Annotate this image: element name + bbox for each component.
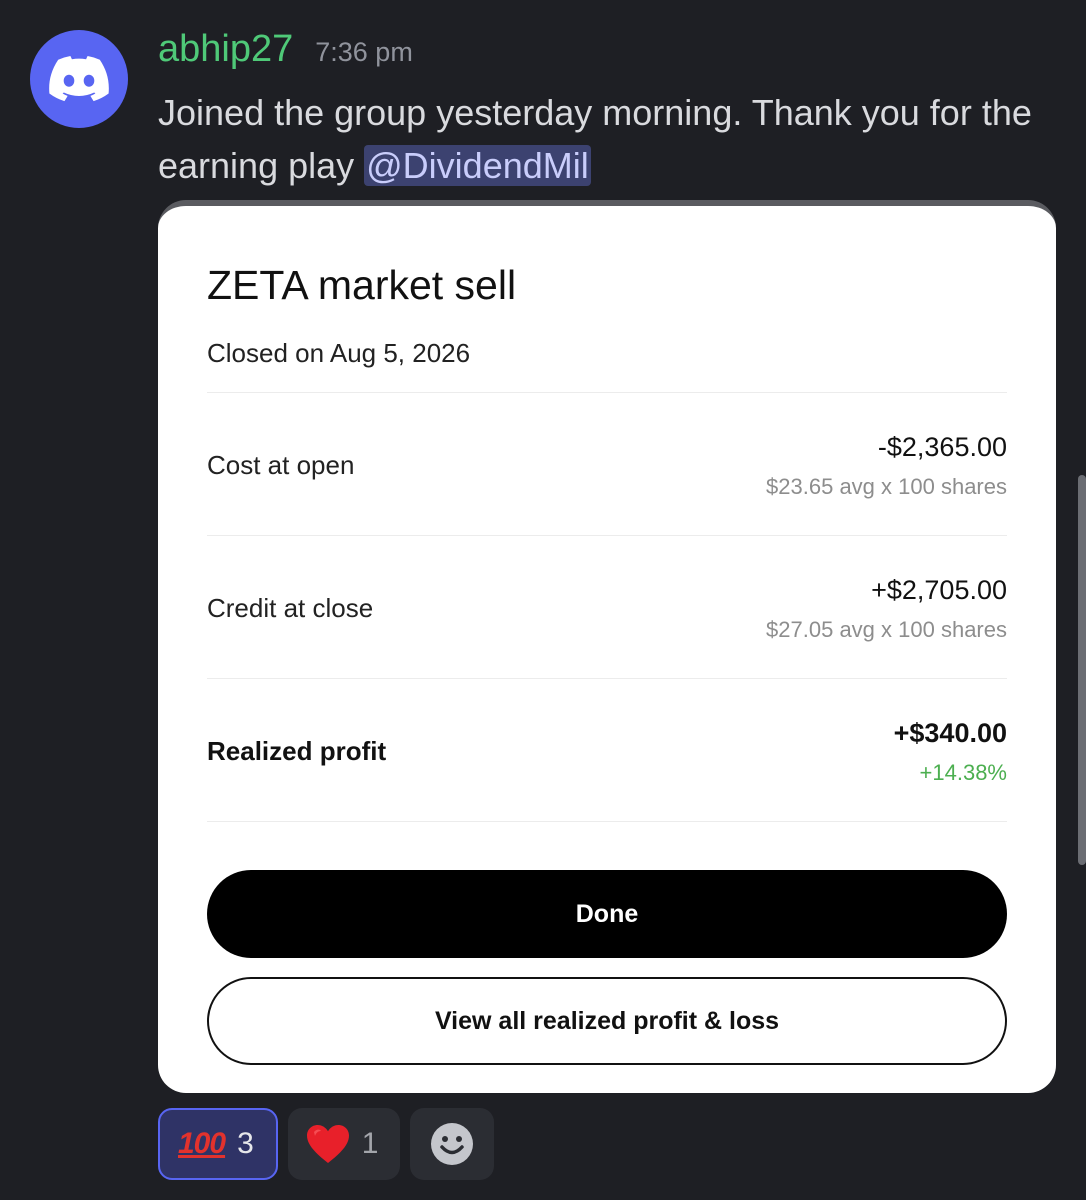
done-button[interactable]: Done <box>207 870 1007 958</box>
scrollbar[interactable] <box>1078 475 1086 865</box>
reactions-bar: 100 3 1 <box>158 1108 495 1180</box>
credit-close-value: +$2,705.00 <box>871 575 1007 605</box>
credit-close-detail: $27.05 avg x 100 shares <box>766 617 1007 642</box>
reaction-heart[interactable]: 1 <box>287 1108 401 1180</box>
add-reaction-button[interactable] <box>410 1108 495 1180</box>
reaction-100[interactable]: 100 3 <box>158 1108 278 1180</box>
message-text: Joined the group yesterday morning. Than… <box>158 86 1058 192</box>
reaction-count: 3 <box>237 1127 254 1160</box>
heart-icon <box>306 1125 349 1163</box>
closed-date: Closed on Aug 5, 2026 <box>207 338 471 368</box>
divider <box>207 821 1007 822</box>
discord-logo-icon <box>49 56 109 102</box>
hundred-points-icon: 100 <box>178 1127 226 1160</box>
divider <box>207 392 1007 393</box>
realized-profit-label: Realized profit <box>207 736 387 766</box>
reaction-count: 1 <box>361 1127 379 1160</box>
username[interactable]: abhip27 <box>158 28 293 71</box>
view-all-pnl-button[interactable]: View all realized profit & loss <box>207 977 1007 1065</box>
credit-close-label: Credit at close <box>207 593 374 623</box>
cost-open-value: -$2,365.00 <box>877 432 1007 462</box>
divider <box>207 678 1007 679</box>
message: abhip27 7:36 pm Joined the group yesterd… <box>158 28 1058 192</box>
message-header: abhip27 7:36 pm <box>158 28 1058 86</box>
message-body: Joined the group yesterday morning. Than… <box>158 92 1032 186</box>
card-title: ZETA market sell <box>207 262 517 308</box>
cost-open-detail: $23.65 avg x 100 shares <box>766 474 1007 499</box>
realized-profit-value: +$340.00 <box>893 718 1007 748</box>
trade-card-image[interactable]: ZETA market sell Closed on Aug 5, 2026 C… <box>158 200 1056 1093</box>
user-avatar[interactable] <box>30 30 128 128</box>
chat-page: abhip27 7:36 pm Joined the group yesterd… <box>0 0 1086 1200</box>
cost-open-label: Cost at open <box>207 450 355 480</box>
timestamp: 7:36 pm <box>315 37 413 67</box>
smiley-face-icon <box>431 1123 474 1165</box>
user-mention[interactable]: @DividendMil <box>364 145 591 186</box>
divider <box>207 535 1007 536</box>
realized-profit-percent: +14.38% <box>919 760 1007 785</box>
